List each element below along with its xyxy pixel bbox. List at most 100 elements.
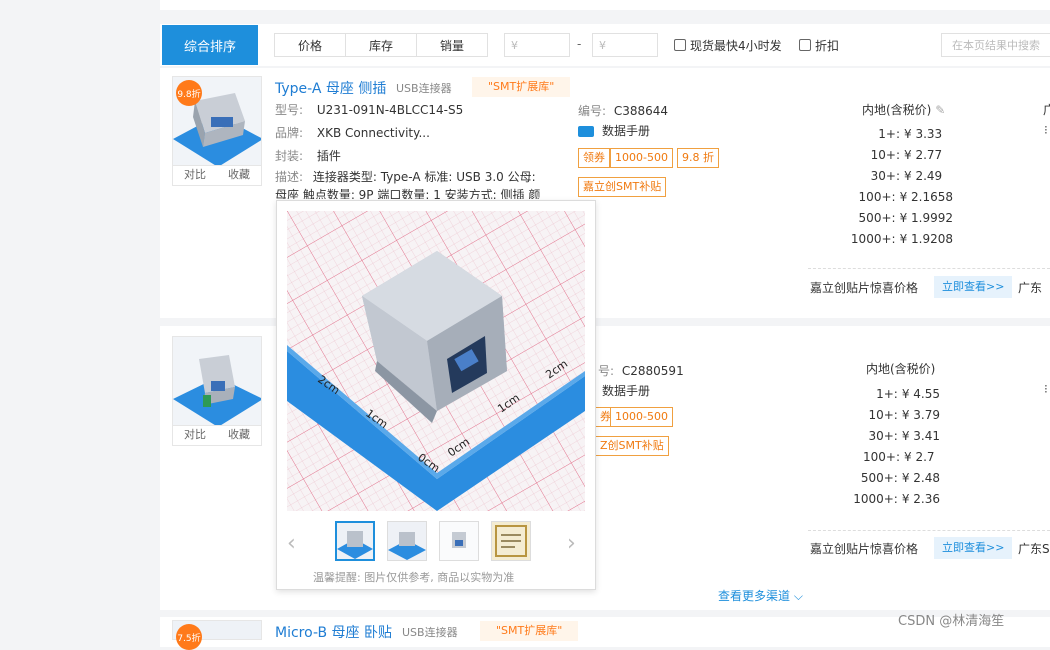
thumbnail-4[interactable] [491,521,531,561]
coupon-label[interactable]: 领券 [578,148,610,168]
code-row: 编号: C388644 [578,102,668,119]
certificate-image [492,522,530,560]
code-value: C388644 [613,104,669,118]
price-tiers: 1+: ¥ 3.33 10+: ¥ 2.77 30+: ¥ 2.49 100+: ¥ 2.16… [820,124,953,250]
prev-image-arrow[interactable]: ‹ [287,533,296,555]
tier-price: ¥ 1.9992 [899,211,953,225]
warehouse-icon: ⁝ [1044,123,1048,137]
usb-b-connector-photo: 2cm 1cm 0cm 0cm 1cm 2cm [287,211,585,511]
desc-line-1: 连接器类型: Type-A 标准: USB 3.0 公母: [312,170,536,184]
tier-quantity: 30+: [868,429,898,443]
price-header: 内地(含税价) ✎ [862,101,945,118]
usb-b-connector-image [173,337,261,425]
smt-subsidy-button[interactable]: Z创SMT补贴 [596,436,669,456]
thumbnail-3[interactable] [439,521,479,561]
tier-price: ¥ 4.55 [901,387,940,401]
favorite-button[interactable]: 收藏 [217,426,261,445]
image-preview-popup: 2cm 1cm 0cm 0cm 1cm 2cm ‹ › 温馨提醒: 图片仅供参考… [276,200,596,590]
product-preview-image: 2cm 1cm 0cm 0cm 1cm 2cm [287,211,585,511]
discount-badge: 9.8折 [176,80,202,106]
price-tier-row: 500+: ¥ 2.48 [820,468,940,489]
thumbnail-1[interactable] [335,521,375,561]
thumbnail-2-image [388,522,426,560]
top-strip [160,0,1050,10]
price-tier-row: 30+: ¥ 3.41 [820,426,940,447]
tier-quantity: 1+: [876,387,898,401]
search-in-results-input[interactable]: 在本页结果中搜索 [941,33,1050,57]
coupon-value[interactable]: 1000-500 [610,148,673,168]
image-disclaimer: 温馨提醒: 图片仅供参考, 商品以实物为准 [313,571,515,584]
desc-line-2: 母座 触点数量: 9P 端口数量: 1 安装方式: 侧插 颜 [275,188,541,199]
see-now-button[interactable]: 立即查看>> [934,276,1013,298]
divider [808,268,1050,269]
thumb-actions: 对比 收藏 [172,166,262,186]
more-channels-text: 查看更多渠道 [718,589,791,603]
sort-price-button[interactable]: 价格 [274,33,346,57]
chevron-down-icon: ⌵ [793,589,803,603]
datasheet-link[interactable]: 数据手册 [602,382,650,399]
region-cut-label: 广 [1043,103,1050,117]
smt-library-tag: "SMT扩展库" [480,621,579,641]
code-label: 号: [598,364,615,378]
folder-icon [578,126,594,137]
coupon-value[interactable]: 1000-500 [610,407,673,427]
tier-quantity: 30+: [870,169,900,183]
brand-value[interactable]: XKB Connectivity... [317,126,430,140]
discount-badge: 7.5折 [176,624,202,650]
thumbnail-2[interactable] [387,521,427,561]
price-to-input[interactable]: ¥ [592,33,658,57]
package-label: 封装: [275,149,304,163]
discount-checkbox[interactable] [799,39,811,51]
smt-subsidy-button[interactable]: 嘉立创SMT补贴 [578,177,667,197]
price-from-input[interactable]: ¥ [504,33,570,57]
product-title[interactable]: Type-A 母座 侧插 [275,78,386,98]
tier-quantity: 500+: [858,211,896,225]
thumb-actions: 对比 收藏 [172,426,262,446]
sort-comprehensive-button[interactable]: 综合排序 [162,25,258,65]
price-tier-row: 100+: ¥ 2.1658 [820,187,953,208]
more-channels-link[interactable]: 查看更多渠道 ⌵ [718,587,803,604]
thumbnail-1-image [337,523,373,559]
smt-library-tag: "SMT扩展库" [472,77,571,97]
see-now-button[interactable]: 立即查看>> [934,537,1013,559]
region-label: 广东 [1018,281,1043,295]
tier-quantity: 500+: [860,471,898,485]
favorite-button[interactable]: 收藏 [217,166,261,185]
tier-quantity: 1000+: [853,492,898,506]
product-title[interactable]: Micro-B 母座 卧贴 [275,622,392,642]
brand-row: 品牌: XKB Connectivity... [275,124,430,141]
tier-price: ¥ 3.41 [901,429,940,443]
price-tier-row: 10+: ¥ 3.79 [820,405,940,426]
price-tiers: 1+: ¥ 4.55 10+: ¥ 3.79 30+: ¥ 3.41 100+: ¥ 2.7 5… [820,384,940,510]
compare-button[interactable]: 对比 [173,166,217,185]
tier-quantity: 100+: [858,190,896,204]
sort-stock-button[interactable]: 库存 [345,33,417,57]
price-header-text: 内地(含税价) [862,103,932,117]
next-image-arrow[interactable]: › [567,533,576,555]
price-tier-row: 30+: ¥ 2.49 [820,166,953,187]
package-value: 插件 [316,149,341,163]
sort-sales-button[interactable]: 销量 [416,33,488,57]
fast-ship-label: 现货最快4小时发 [690,39,782,53]
category-tag[interactable]: USB连接器 [396,80,452,96]
price-range-dash: - [577,37,582,51]
edit-icon: ✎ [935,103,946,117]
product-thumbnail[interactable] [172,336,262,426]
compare-button[interactable]: 对比 [173,426,217,445]
promo-text: 嘉立创贴片惊喜价格 [810,542,919,556]
price-tier-row: 10+: ¥ 2.77 [820,145,953,166]
tier-price: ¥ 2.36 [901,492,940,506]
datasheet-link[interactable]: 数据手册 [602,122,650,139]
model-value[interactable]: U231-091N-4BLCC14-S5 [317,103,463,117]
package-row: 封装: 插件 [275,147,341,164]
tier-price: ¥ 2.48 [901,471,940,485]
tier-quantity: 1+: [878,127,900,141]
divider [808,530,1050,531]
discount-label: 折扣 [815,39,840,53]
fast-ship-checkbox[interactable] [674,39,686,51]
price-tier-row: 1+: ¥ 4.55 [820,384,940,405]
tier-quantity: 10+: [870,148,900,162]
price-tier-row: 100+: ¥ 2.7 [820,447,940,468]
price-tier-row: 1+: ¥ 3.33 [820,124,953,145]
tier-price: ¥ 2.77 [904,148,943,162]
